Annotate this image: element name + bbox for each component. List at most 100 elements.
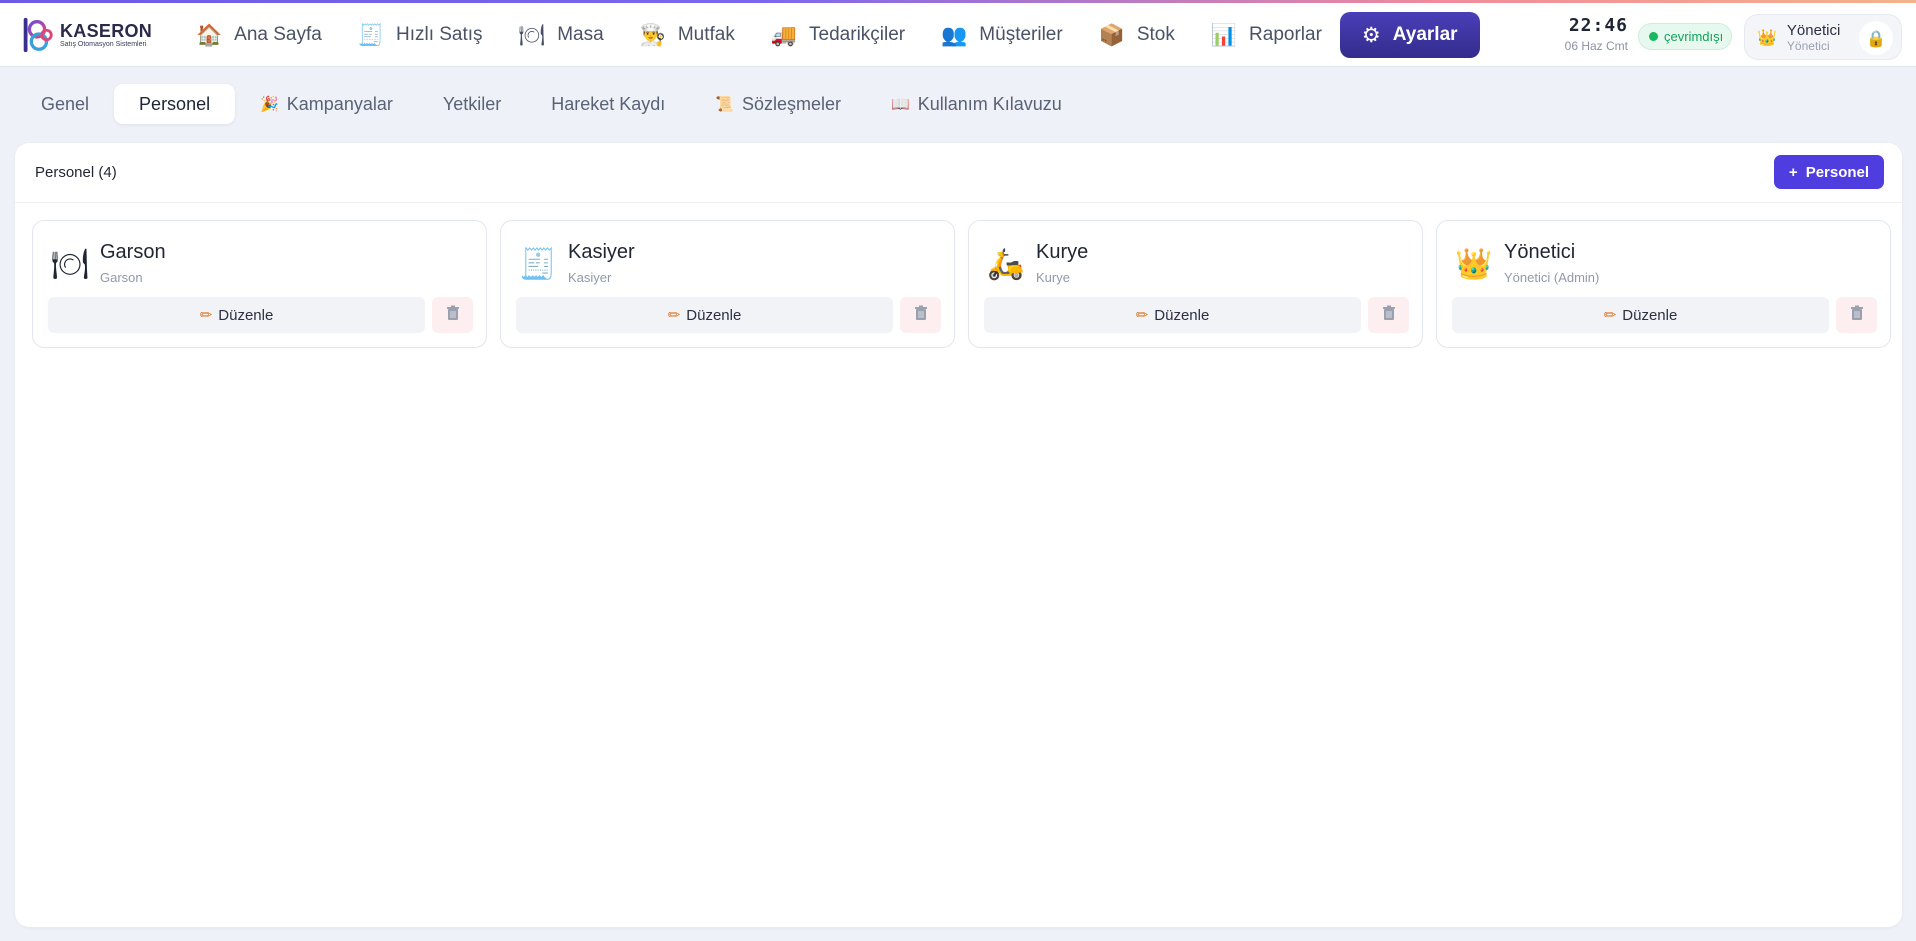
- nav-item-ayarlar[interactable]: ⚙ Ayarlar: [1339, 12, 1480, 58]
- nav-item-stok[interactable]: 📦 Stok: [1081, 12, 1193, 58]
- personnel-name: Kasiyer: [568, 241, 635, 263]
- lock-button[interactable]: 🔒: [1859, 21, 1893, 55]
- brand-tagline: Satış Otomasyon Sistemleri: [60, 40, 147, 48]
- chef-icon: 👨‍🍳: [639, 22, 666, 47]
- delete-button[interactable]: [1836, 297, 1877, 333]
- nav-item-label: Raporlar: [1249, 24, 1322, 45]
- tab-personel[interactable]: Personel: [114, 84, 236, 124]
- personnel-role: Garson: [100, 270, 143, 285]
- trash-icon: [1849, 305, 1865, 326]
- logo[interactable]: KASERON Satış Otomasyon Sistemleri: [18, 13, 158, 57]
- tab-hareket-kaydı[interactable]: Hareket Kaydı: [526, 84, 690, 124]
- users-icon: 👥: [941, 22, 968, 47]
- crown-icon: 👑: [1757, 27, 1777, 47]
- nav-item-ana-sayfa[interactable]: 🏠 Ana Sayfa: [178, 12, 340, 58]
- edit-label: Düzenle: [686, 306, 742, 324]
- add-personnel-button[interactable]: + Personel: [1774, 155, 1884, 189]
- personnel-role: Kurye: [1036, 270, 1070, 285]
- nav-item-müşteriler[interactable]: 👥 Müşteriler: [923, 12, 1081, 58]
- personnel-panel: Personel (4) + Personel 🍽 Garson Garson ✏ Dü…: [15, 143, 1902, 927]
- nav-item-label: Ana Sayfa: [234, 24, 322, 45]
- nav-item-mutfak[interactable]: 👨‍🍳 Mutfak: [622, 12, 753, 58]
- gear-icon: ⚙: [1361, 23, 1381, 47]
- edit-button[interactable]: ✏ Düzenle: [984, 297, 1361, 333]
- tab-icon: 📜: [715, 95, 734, 113]
- personnel-card: 🍽 Garson Garson ✏ Düzenle: [32, 220, 487, 348]
- edit-button[interactable]: ✏ Düzenle: [48, 297, 425, 333]
- role-icon: 🧾: [519, 247, 557, 282]
- edit-button[interactable]: ✏ Düzenle: [1452, 297, 1829, 333]
- panel-title: Personel (4): [35, 164, 117, 181]
- user-name: Yönetici: [1786, 21, 1841, 39]
- plate-icon: 🍽: [518, 22, 546, 47]
- home-icon: 🏠: [196, 22, 223, 47]
- delete-button[interactable]: [432, 297, 473, 333]
- tab-label: Kampanyalar: [286, 93, 393, 114]
- tab-label: Kullanım Kılavuzu: [917, 93, 1062, 114]
- brand-name: KASERON: [60, 20, 153, 41]
- panel-header: Personel (4): [15, 143, 1902, 203]
- edit-label: Düzenle: [218, 306, 274, 324]
- nav-item-tedarikçiler[interactable]: 🚚 Tedarikçiler: [753, 12, 923, 58]
- tab-label: Genel: [41, 93, 90, 114]
- main-nav: 🏠 Ana Sayfa 🧾 Hızlı Satış 🍽 Masa 👨‍🍳 Mutfak 🚚 Ted…: [178, 11, 1480, 59]
- lock-icon: 🔒: [1866, 28, 1886, 48]
- nav-item-label: Tedarikçiler: [809, 24, 906, 45]
- personnel-role: Yönetici (Admin): [1504, 270, 1600, 285]
- pencil-icon: ✏: [199, 306, 213, 324]
- tab-kullanım-kılavuzu[interactable]: 📖 Kullanım Kılavuzu: [866, 84, 1087, 124]
- edit-label: Düzenle: [1154, 306, 1210, 324]
- tab-kampanyalar[interactable]: 🎉 Kampanyalar: [235, 84, 418, 124]
- nav-item-label: Hızlı Satış: [395, 24, 483, 45]
- pencil-icon: ✏: [1603, 306, 1617, 324]
- role-icon: 👑: [1455, 247, 1493, 282]
- trash-icon: [445, 305, 461, 326]
- personnel-card-list: 🍽 Garson Garson ✏ Düzenle 🧾 Kasiyer Kasiyer ✏ Düz…: [32, 220, 1891, 348]
- delete-button[interactable]: [1368, 297, 1409, 333]
- truck-icon: 🚚: [770, 22, 798, 47]
- status-label: çevrimdışı: [1664, 29, 1724, 44]
- nav-item-hızlı-satış[interactable]: 🧾 Hızlı Satış: [340, 12, 501, 58]
- tab-icon: 🎉: [260, 95, 279, 113]
- tab-sözleşmeler[interactable]: 📜 Sözleşmeler: [690, 84, 866, 124]
- chart-icon: 📊: [1210, 22, 1238, 47]
- logo-mark-icon: [23, 17, 53, 53]
- personnel-name: Garson: [100, 241, 166, 263]
- tab-genel[interactable]: Genel: [16, 84, 114, 124]
- user-role: Yönetici: [1786, 38, 1830, 53]
- trash-icon: [1381, 305, 1397, 326]
- top-bar: KASERON Satış Otomasyon Sistemleri 🏠 Ana …: [0, 3, 1916, 67]
- tab-label: Yetkiler: [442, 93, 502, 114]
- clock-date: 06 Haz Cmt: [1564, 39, 1628, 53]
- box-icon: 📦: [1098, 22, 1125, 47]
- edit-label: Düzenle: [1622, 306, 1678, 324]
- tab-yetkiler[interactable]: Yetkiler: [418, 84, 526, 124]
- pencil-icon: ✏: [667, 306, 681, 324]
- settings-tabs: Genel Personel 🎉 Kampanyalar Yetkiler Hareket…: [16, 82, 1062, 126]
- nav-item-label: Müşteriler: [979, 24, 1063, 45]
- receipt-icon: 🧾: [357, 22, 384, 47]
- tab-label: Hareket Kaydı: [551, 93, 666, 114]
- add-personnel-label: Personel: [1805, 163, 1870, 181]
- personnel-card: 🧾 Kasiyer Kasiyer ✏ Düzenle: [500, 220, 955, 348]
- tab-label: Personel: [139, 93, 211, 114]
- nav-item-masa[interactable]: 🍽 Masa: [501, 12, 622, 58]
- personnel-name: Kurye: [1036, 241, 1089, 263]
- tab-label: Sözleşmeler: [741, 93, 842, 114]
- tab-icon: 📖: [891, 95, 910, 113]
- user-menu[interactable]: 👑 Yönetici Yönetici 🔒: [1744, 14, 1902, 60]
- nav-item-raporlar[interactable]: 📊 Raporlar: [1193, 12, 1340, 58]
- role-icon: 🛵: [987, 247, 1025, 282]
- nav-item-label: Mutfak: [677, 24, 735, 45]
- nav-item-label: Masa: [557, 24, 604, 45]
- plus-icon: +: [1788, 163, 1798, 181]
- clock-time: 22:46: [1568, 15, 1628, 36]
- personnel-card: 🛵 Kurye Kurye ✏ Düzenle: [968, 220, 1423, 348]
- edit-button[interactable]: ✏ Düzenle: [516, 297, 893, 333]
- personnel-role: Kasiyer: [568, 270, 612, 285]
- trash-icon: [913, 305, 929, 326]
- nav-item-label: Ayarlar: [1392, 24, 1458, 45]
- personnel-card: 👑 Yönetici Yönetici (Admin) ✏ Düzenle: [1436, 220, 1891, 348]
- delete-button[interactable]: [900, 297, 941, 333]
- clock: 22:46 06 Haz Cmt: [1556, 15, 1628, 53]
